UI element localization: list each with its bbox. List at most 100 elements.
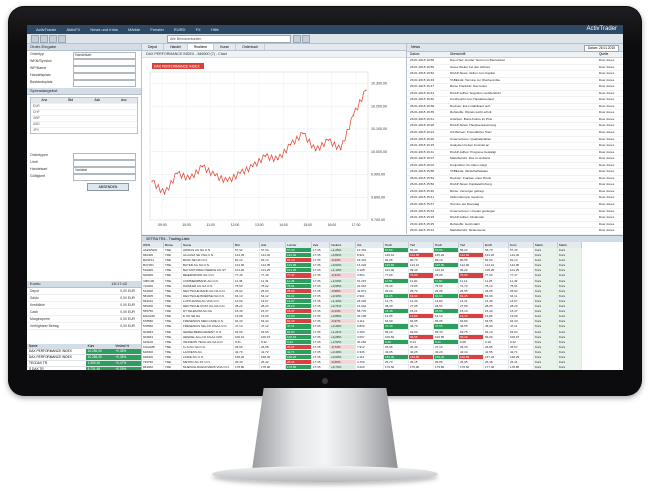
data-point	[352, 114, 355, 116]
index-row[interactable]: S DAX TR 8.731,48 +0,29%	[27, 367, 142, 370]
news-headline: US-Börsen: Freundlicher Start	[450, 130, 492, 135]
news-time: 26.01.2015 15:21	[410, 228, 435, 233]
x-tick-label: 11:00	[207, 223, 215, 227]
account-label: Marginsperre	[30, 317, 50, 321]
orderbook-col: Anz	[41, 98, 48, 102]
menu-item[interactable]: Hilfe	[211, 27, 219, 32]
news-headline: DGAP-Adhoc: Ergebnis veröffentlicht	[450, 90, 501, 95]
data-point	[277, 159, 279, 161]
news-time: 26.01.2015 16:28	[410, 123, 435, 128]
news-bar: News Datum: 26.01.2015	[407, 44, 623, 52]
data-point	[163, 193, 166, 195]
form-row: Bestandsplatz	[27, 79, 141, 87]
orderbook-row[interactable]: JPY	[31, 127, 137, 133]
news-time: 26.01.2015 16:31	[410, 116, 435, 121]
menu-item[interactable]: EURD	[174, 27, 185, 32]
refresh-icon[interactable]	[302, 35, 310, 43]
search-icon[interactable]	[293, 35, 301, 43]
news-time: 26.01.2015 16:24	[410, 130, 435, 135]
news-panel: News Datum: 26.01.2015 Datum Überschrift…	[407, 44, 623, 255]
orderbook-title: Spreadangebot	[27, 88, 141, 95]
news-source: Dow Jones	[599, 77, 615, 82]
news-headline: Gutes Wetter bei den Airlines	[450, 64, 491, 69]
field-label: Limit	[30, 160, 38, 164]
y-tick-label: 10.300,00	[371, 82, 387, 86]
news-headline: Aktien Europa: Gewinne	[450, 195, 484, 200]
news-time: 26.01.2015 16:15	[410, 143, 435, 148]
form-row: WP/Name	[27, 65, 141, 73]
news-source: Dow Jones	[599, 136, 615, 141]
orderbook-col: Bid	[68, 98, 74, 102]
news-time: 26.01.2015 16:02	[410, 162, 435, 167]
field-label: Handelsplatz	[30, 73, 51, 77]
account-label: Saldo	[30, 296, 39, 300]
tab-kurse[interactable]: Kurse	[214, 44, 237, 50]
account-row: Cash 0,00 EUR	[27, 309, 141, 316]
news-headline: Rohstoffe: Gold stabil	[450, 221, 480, 226]
y-tick-label: 9.900,00	[371, 173, 385, 177]
news-time: 26.01.2015 15:37	[410, 202, 435, 207]
data-point	[365, 89, 367, 91]
news-source: Dow Jones	[599, 156, 615, 161]
data-point	[189, 178, 191, 180]
send-order-button[interactable]: ABSENDEN	[87, 183, 129, 191]
x-tick-label: 12:00	[231, 223, 240, 227]
screen: ActivTrader AktivFX News und Infos Märkt…	[27, 25, 623, 370]
data-point	[327, 139, 329, 141]
field-label: WKN/Symbol	[30, 59, 52, 63]
tab-realtime[interactable]: Realtime	[187, 44, 215, 50]
menu-item[interactable]: AktivFX	[66, 27, 80, 32]
news-source: Dow Jones	[599, 58, 615, 62]
tab-depot[interactable]: Depot	[142, 44, 165, 50]
brand-logo: ActivTrader	[586, 26, 617, 32]
chart-tabs: Depot Handel Realtime Kurse Orderbuch	[142, 44, 406, 51]
menu-bar: ActivTrader AktivFX News und Infos Märkt…	[27, 25, 623, 34]
news-title: News	[411, 45, 420, 49]
data-point	[239, 172, 241, 174]
menu-item[interactable]: News und Infos	[90, 27, 118, 32]
news-time: 26.01.2015 16:35	[410, 110, 435, 115]
print-icon[interactable]	[58, 35, 66, 43]
tab-handel[interactable]: Handel	[164, 44, 188, 50]
save-icon[interactable]	[49, 35, 57, 43]
news-source: Dow Jones	[599, 169, 615, 174]
index-name: TECDAX TR	[29, 361, 48, 365]
news-col: Überschrift	[450, 52, 466, 56]
index-name: S DAX TR	[29, 367, 44, 370]
account-time: 18:17:42	[111, 281, 127, 286]
index-change: +0,47%	[113, 361, 142, 366]
news-time: 26.01.2015 15:41	[410, 195, 435, 200]
news-date-field[interactable]: Datum: 26.01.2015	[583, 45, 619, 52]
menu-item[interactable]: FX	[196, 27, 201, 32]
news-time: 26.01.2015 16:49	[410, 77, 435, 82]
x-tick-label: 17:00	[352, 223, 361, 227]
form-row: Limit	[27, 159, 141, 167]
open-icon[interactable]	[40, 35, 48, 43]
data-point	[201, 165, 203, 168]
news-time: 26.01.2015 15:54	[410, 175, 435, 180]
account-value: 0,00 EUR	[120, 296, 135, 300]
field-input[interactable]	[73, 80, 136, 87]
x-tick-label: 09:00	[158, 223, 167, 227]
x-tick-label: 13:00	[255, 223, 264, 227]
news-source: Dow Jones	[599, 208, 615, 213]
account-select[interactable]: Alle Benutzerkonten	[167, 35, 291, 43]
news-headline: DGAP-News: Aktion zum Kapital	[450, 71, 495, 76]
data-point	[214, 175, 216, 177]
news-headline: Devisen: Franken unter Druck	[450, 175, 492, 180]
news-headline: DGAP-Adhoc: Dividende	[450, 215, 485, 220]
menu-item[interactable]: Fenster	[150, 27, 164, 32]
news-time: 26.01.2015 15:25	[410, 221, 435, 226]
orderbook-col: Ask	[94, 98, 101, 102]
price-chart[interactable]: DAX PERFORMANCE INDEX 10.300,00 10.200,00 1…	[142, 62, 406, 234]
news-source: Dow Jones	[599, 97, 615, 102]
news-source: Dow Jones	[599, 215, 615, 220]
menu-item[interactable]: Märkte	[128, 27, 140, 32]
tab-orderbuch[interactable]: Orderbuch	[236, 44, 266, 50]
new-icon[interactable]	[31, 35, 39, 43]
order-panel-title: Order-Eingabe	[27, 44, 141, 51]
news-source: Dow Jones	[599, 149, 615, 154]
news-source: Dow Jones	[599, 64, 615, 69]
news-time: 26.01.2015 15:29	[410, 215, 435, 220]
menu-item[interactable]: ActivTrader	[36, 27, 56, 32]
